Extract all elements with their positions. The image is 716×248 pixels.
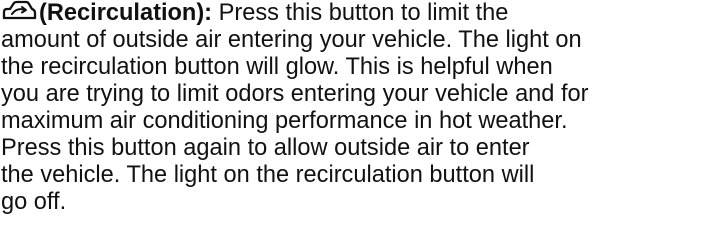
paragraph-line-7: the vehicle. The light on the recirculat…: [1, 162, 535, 188]
paragraph-line-2: amount of outside air entering your vehi…: [1, 27, 582, 53]
paragraph-line-3: the recirculation button will glow. This…: [1, 54, 553, 80]
paragraph-line-5: maximum air conditioning performance in …: [1, 108, 568, 134]
paragraph-line-6: Press this button again to allow outside…: [1, 135, 530, 161]
paragraph-text: Press this button to limit the: [212, 0, 509, 26]
document-page: (Recirculation): Press this button to li…: [0, 0, 716, 248]
term-label: (Recirculation):: [39, 0, 213, 26]
recirculation-car-icon: [1, 0, 37, 22]
paragraph-line-8: go off.: [1, 189, 67, 215]
paragraph-line-1: (Recirculation): Press this button to li…: [1, 0, 508, 27]
paragraph-line-4: you are trying to limit odors entering y…: [1, 81, 589, 107]
